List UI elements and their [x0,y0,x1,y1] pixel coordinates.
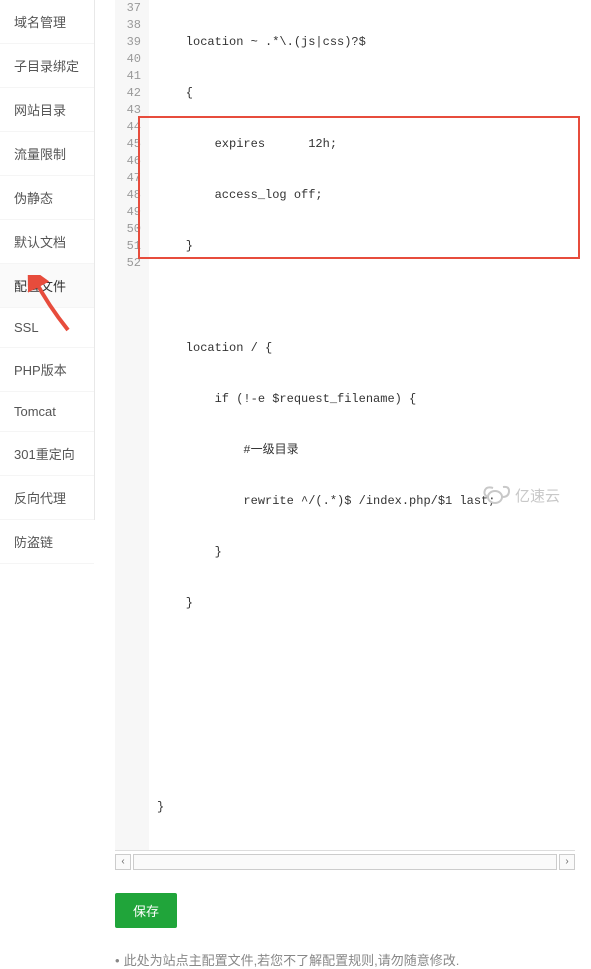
line-number: 40 [115,51,141,68]
sidebar-item-subdir[interactable]: 子目录绑定 [0,44,94,88]
code-line: } [157,238,575,255]
sidebar-item-301[interactable]: 301重定向 [0,432,94,476]
code-body[interactable]: location ~ .*\.(js|css)?$ { expires 12h;… [149,0,575,850]
code-line [157,697,575,714]
line-number: 50 [115,221,141,238]
sidebar-item-label: 域名管理 [14,15,66,30]
sidebar-item-domain[interactable]: 域名管理 [0,0,94,44]
sidebar-item-php[interactable]: PHP版本 [0,348,94,392]
line-number: 46 [115,153,141,170]
line-number: 42 [115,85,141,102]
line-number: 52 [115,255,141,272]
line-number: 43 [115,102,141,119]
sidebar-item-label: 防盗链 [14,535,53,550]
sidebar-item-tomcat[interactable]: Tomcat [0,392,94,432]
line-number: 44 [115,119,141,136]
code-editor[interactable]: 37 38 39 40 41 42 43 44 45 46 47 48 49 5… [115,0,575,851]
sidebar-item-sitedir[interactable]: 网站目录 [0,88,94,132]
code-line: expires 12h; [157,136,575,153]
sidebar-item-label: Tomcat [14,404,56,419]
code-line: } [157,799,575,816]
code-line: #一级目录 [157,442,575,459]
sidebar-item-label: 301重定向 [14,447,75,462]
bullet-icon: • [115,953,120,968]
sidebar-item-defaultdoc[interactable]: 默认文档 [0,220,94,264]
sidebar-item-traffic[interactable]: 流量限制 [0,132,94,176]
line-number: 41 [115,68,141,85]
horizontal-scrollbar[interactable]: ‹ › [115,853,575,871]
code-line: { [157,85,575,102]
line-gutter: 37 38 39 40 41 42 43 44 45 46 47 48 49 5… [115,0,149,850]
scroll-track[interactable] [133,854,557,870]
sidebar-item-proxy[interactable]: 反向代理 [0,476,94,520]
code-line: } [157,595,575,612]
sidebar-item-label: SSL [14,320,39,335]
sidebar-item-label: 子目录绑定 [14,59,79,74]
sidebar-item-config[interactable]: 配置文件 [0,264,94,308]
line-number: 51 [115,238,141,255]
line-number: 39 [115,34,141,51]
config-note: • 此处为站点主配置文件,若您不了解配置规则,请勿随意修改. [115,950,591,969]
code-line: access_log off; [157,187,575,204]
sidebar-item-label: 流量限制 [14,147,66,162]
sidebar-item-label: PHP版本 [14,363,67,378]
sidebar-item-label: 默认文档 [14,235,66,250]
main-panel: 37 38 39 40 41 42 43 44 45 46 47 48 49 5… [95,0,591,520]
sidebar-item-label: 伪静态 [14,191,53,206]
sidebar-item-rewrite[interactable]: 伪静态 [0,176,94,220]
sidebar: 域名管理 子目录绑定 网站目录 流量限制 伪静态 默认文档 配置文件 SSL P… [0,0,95,520]
code-line [157,748,575,765]
scroll-right-icon[interactable]: › [559,854,575,870]
code-line: } [157,544,575,561]
note-text: 此处为站点主配置文件,若您不了解配置规则,请勿随意修改. [124,953,460,968]
code-line: if (!-e $request_filename) { [157,391,575,408]
line-number: 47 [115,170,141,187]
watermark: 亿速云 [481,481,581,512]
save-button[interactable]: 保存 [115,893,177,928]
code-line [157,646,575,663]
sidebar-item-ssl[interactable]: SSL [0,308,94,348]
scroll-left-icon[interactable]: ‹ [115,854,131,870]
sidebar-item-label: 配置文件 [14,279,66,294]
sidebar-item-label: 网站目录 [14,103,66,118]
code-line: location ~ .*\.(js|css)?$ [157,34,575,51]
line-number: 49 [115,204,141,221]
line-number: 37 [115,0,141,17]
watermark-text: 亿速云 [515,488,560,505]
sidebar-item-antileech[interactable]: 防盗链 [0,520,94,564]
line-number: 45 [115,136,141,153]
line-number: 48 [115,187,141,204]
sidebar-item-label: 反向代理 [14,491,66,506]
code-line [157,289,575,306]
line-number: 38 [115,17,141,34]
code-line: location / { [157,340,575,357]
